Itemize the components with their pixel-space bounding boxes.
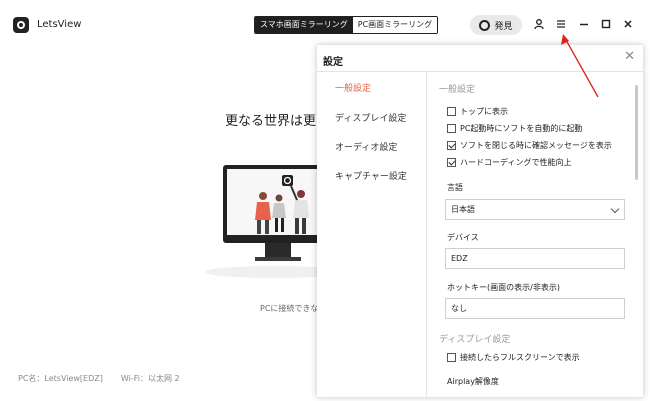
nav-item-general[interactable]: 一般設定 (335, 81, 371, 94)
settings-title: 設定 (323, 57, 343, 68)
status-footer: PC名：LetsView[EDZ] Wi-Fi：以太网 2 (18, 373, 180, 384)
nav-item-display[interactable]: ディスプレイ設定 (335, 111, 406, 124)
settings-nav: 一般設定 ディスプレイ設定 オーディオ設定 キャプチャー設定 (317, 72, 427, 397)
settings-content: 一般設定 トップに表示 PC起動時にソフトを自動的に起動 ソフトを閉じる時に確認… (427, 72, 643, 397)
language-select[interactable]: 日本語 (445, 199, 625, 220)
device-name-input[interactable]: EDZ (445, 248, 625, 269)
option-fullscreen-on-connect[interactable]: 接続したらフルスクリーンで表示 (447, 352, 580, 363)
discover-label: 発見 (494, 21, 513, 32)
close-icon[interactable] (622, 18, 634, 30)
checkbox-checked[interactable] (447, 141, 456, 150)
option-always-on-top[interactable]: トップに表示 (447, 106, 508, 117)
checkbox[interactable] (447, 124, 456, 133)
wifi-label: Wi-Fi：以太网 2 (120, 374, 180, 383)
settings-scrollbar[interactable] (635, 85, 638, 180)
discover-button[interactable]: 発見 (470, 15, 522, 35)
checkbox[interactable] (447, 107, 456, 116)
checkbox[interactable] (447, 353, 456, 362)
user-icon[interactable] (533, 18, 545, 30)
compass-icon (479, 19, 491, 31)
hotkey-input[interactable]: なし (445, 298, 625, 319)
section-title-display: ディスプレイ設定 (439, 335, 511, 345)
airplay-resolution-label: Airplay解像度 (447, 377, 499, 386)
language-label: 言語 (447, 183, 463, 192)
checkbox-checked[interactable] (447, 158, 456, 167)
device-label: デバイス (447, 233, 479, 242)
connection-hint: PCに接続できな (260, 304, 319, 313)
option-hardware-encoding[interactable]: ハードコーディングで性能向上 (447, 157, 571, 168)
app-window: LetsView スマホ画面ミラーリング PC画面ミラーリング 発見 更なる世界… (0, 0, 650, 401)
app-title: LetsView (37, 19, 82, 30)
settings-close-icon[interactable]: ✕ (624, 49, 635, 65)
tab-pc-mirroring[interactable]: PC画面ミラーリング (352, 17, 438, 33)
option-auto-start[interactable]: PC起動時にソフトを自動的に起動 (447, 123, 582, 134)
minimize-icon[interactable] (578, 18, 590, 30)
section-title-general: 一般設定 (439, 85, 476, 95)
nav-item-capture[interactable]: キャプチャー設定 (335, 169, 407, 182)
settings-panel: 設定 ✕ 一般設定 ディスプレイ設定 オーディオ設定 キャプチャー設定 一般設定… (317, 45, 643, 397)
title-bar: LetsView スマホ画面ミラーリング PC画面ミラーリング 発見 (0, 0, 650, 44)
menu-icon[interactable] (555, 18, 567, 30)
maximize-icon[interactable] (600, 18, 612, 30)
nav-item-audio[interactable]: オーディオ設定 (335, 140, 397, 153)
pc-name-label: PC名：LetsView[EDZ] (18, 374, 103, 383)
hotkey-label: ホットキー(画面の表示/非表示) (447, 283, 560, 292)
chevron-down-icon (610, 204, 620, 214)
option-confirm-on-close[interactable]: ソフトを閉じる時に確認メッセージを表示 (447, 140, 612, 151)
hero-title: 更なる世界は更 (225, 114, 317, 129)
mode-tabs: スマホ画面ミラーリング PC画面ミラーリング (254, 16, 439, 34)
tab-phone-mirroring[interactable]: スマホ画面ミラーリング (255, 17, 353, 33)
app-logo-icon (13, 17, 29, 33)
